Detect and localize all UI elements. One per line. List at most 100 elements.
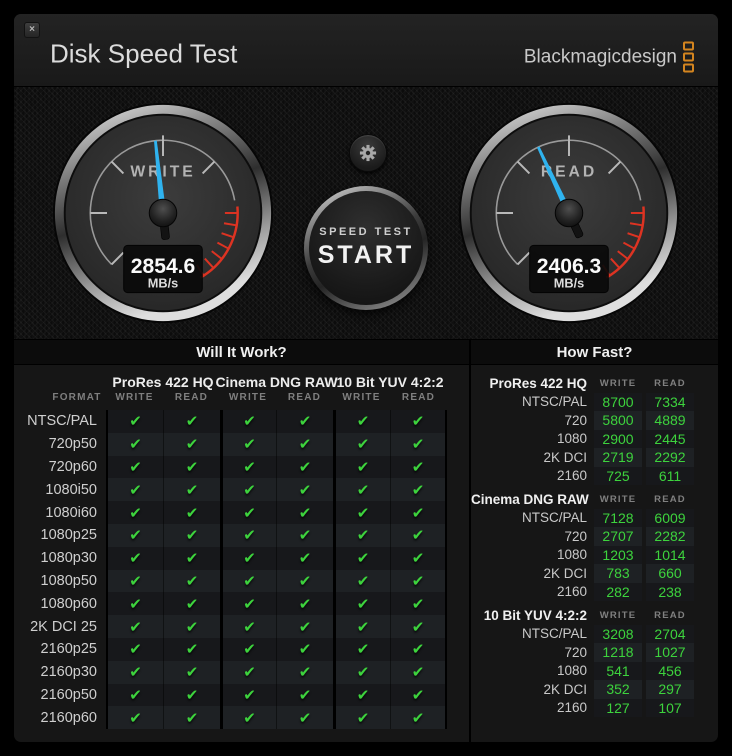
check-icon: ✔ <box>298 595 312 613</box>
close-button[interactable]: × <box>24 22 40 38</box>
result-cell: ✔ <box>333 592 390 616</box>
check-icon: ✔ <box>298 641 312 659</box>
result-cell: ✔ <box>163 592 220 616</box>
read-fps-value: 456 <box>646 661 694 680</box>
result-cell: ✔ <box>106 637 163 661</box>
check-icon: ✔ <box>129 572 142 590</box>
check-icon: ✔ <box>411 504 425 522</box>
result-cell: ✔ <box>220 592 276 616</box>
result-cell: ✔ <box>220 432 276 456</box>
result-cell: ✔ <box>220 523 276 547</box>
result-cell: ✔ <box>163 410 220 433</box>
result-cell: ✔ <box>390 410 447 433</box>
format-label: 2K DCI <box>543 449 587 465</box>
format-label: NTSC/PAL <box>521 626 587 642</box>
check-icon: ✔ <box>185 709 199 727</box>
result-cell: ✔ <box>220 637 276 661</box>
check-icon: ✔ <box>298 436 312 454</box>
table-row: 2160p30 ✔ ✔ ✔ ✔ ✔ ✔ <box>14 660 469 684</box>
result-cell: ✔ <box>220 569 276 593</box>
check-icon: ✔ <box>356 641 370 659</box>
needle-hub <box>148 198 178 228</box>
result-cell: ✔ <box>163 501 220 524</box>
result-cell: ✔ <box>220 683 276 707</box>
codec-header: ProRes 422 HQ <box>489 375 587 391</box>
start-button[interactable]: SPEED TEST START <box>304 186 428 310</box>
check-icon: ✔ <box>243 709 256 727</box>
will-it-work-panel: Will It Work? ProRes 422 HQ Cinema DNG RA… <box>14 340 469 742</box>
check-icon: ✔ <box>243 481 256 499</box>
check-icon: ✔ <box>243 550 256 568</box>
result-cell: ✔ <box>276 660 333 684</box>
format-label: 1080p60 <box>40 595 97 612</box>
format-label: 2160p60 <box>40 709 97 726</box>
check-icon: ✔ <box>356 458 370 476</box>
table-row: 1080 541 456 <box>471 661 718 680</box>
read-speed-unit: MB/s <box>554 276 585 291</box>
write-fps-value: 352 <box>594 680 642 699</box>
table-row: 1080p25 ✔ ✔ ✔ ✔ ✔ ✔ <box>14 523 469 547</box>
check-icon: ✔ <box>411 481 425 499</box>
check-icon: ✔ <box>185 413 199 431</box>
check-icon: ✔ <box>356 436 370 454</box>
start-button-subtitle: SPEED TEST <box>319 226 413 238</box>
check-icon: ✔ <box>129 664 142 682</box>
check-icon: ✔ <box>243 572 256 590</box>
result-cell: ✔ <box>333 546 390 570</box>
result-cell: ✔ <box>276 432 333 456</box>
how-fast-panel: How Fast? ProRes 422 HQ WRITE READ NTSC/PAL… <box>471 340 718 742</box>
check-icon: ✔ <box>243 436 256 454</box>
table-row: 1080 2900 2445 <box>471 429 718 448</box>
result-cell: ✔ <box>276 706 333 730</box>
write-fps-value: 1203 <box>594 545 642 564</box>
result-cell: ✔ <box>163 432 220 456</box>
check-icon: ✔ <box>298 709 312 727</box>
write-fps-value: 8700 <box>594 392 642 411</box>
result-cell: ✔ <box>276 592 333 616</box>
gear-icon <box>359 144 377 162</box>
codec-section: 10 Bit YUV 4:2:2 WRITE READ NTSC/PAL 3208 270… <box>471 606 718 717</box>
settings-button[interactable] <box>349 134 387 172</box>
table-row: NTSC/PAL ✔ ✔ ✔ ✔ ✔ ✔ <box>14 410 469 433</box>
table-row: 2160p60 ✔ ✔ ✔ ✔ ✔ ✔ <box>14 706 469 730</box>
check-icon: ✔ <box>411 664 425 682</box>
read-fps-value: 2282 <box>646 527 694 546</box>
format-label: 2160p25 <box>40 641 97 658</box>
check-icon: ✔ <box>185 664 199 682</box>
result-cell: ✔ <box>276 637 333 661</box>
result-cell: ✔ <box>276 569 333 593</box>
result-cell: ✔ <box>276 455 333 479</box>
write-fps-value: 783 <box>594 564 642 583</box>
check-icon: ✔ <box>356 527 370 545</box>
read-speed-value: 2406.3 <box>537 255 602 278</box>
write-fps-value: 5800 <box>594 411 642 430</box>
check-icon: ✔ <box>411 436 425 454</box>
brand-mark-icon <box>683 41 694 73</box>
read-fps-value: 7334 <box>646 392 694 411</box>
gauge-label: WRITE <box>130 164 195 181</box>
write-column-header: WRITE <box>599 609 637 621</box>
read-column-header: READ <box>174 392 209 403</box>
format-label: NTSC/PAL <box>27 413 97 430</box>
read-column-header: READ <box>654 493 686 505</box>
check-icon: ✔ <box>298 527 312 545</box>
result-cell: ✔ <box>333 455 390 479</box>
read-fps-value: 6009 <box>646 508 694 527</box>
result-cell: ✔ <box>390 592 447 616</box>
format-label: 720p50 <box>48 436 97 453</box>
check-icon: ✔ <box>411 527 425 545</box>
read-column-header: READ <box>401 392 436 403</box>
format-label: 2160 <box>556 468 587 484</box>
table-row: 2160 127 107 <box>471 698 718 717</box>
format-label: 720 <box>564 412 587 428</box>
check-icon: ✔ <box>356 481 370 499</box>
format-label: 1080 <box>556 663 587 679</box>
table-row: 2K DCI 352 297 <box>471 680 718 699</box>
result-cell: ✔ <box>220 615 276 638</box>
check-icon: ✔ <box>185 504 199 522</box>
result-cell: ✔ <box>106 660 163 684</box>
result-cell: ✔ <box>106 410 163 433</box>
write-fps-value: 725 <box>594 466 642 485</box>
start-button-face[interactable]: SPEED TEST START <box>309 191 423 305</box>
app-window: × Disk Speed Test Blackmagicdesign WRITE… <box>14 14 718 742</box>
